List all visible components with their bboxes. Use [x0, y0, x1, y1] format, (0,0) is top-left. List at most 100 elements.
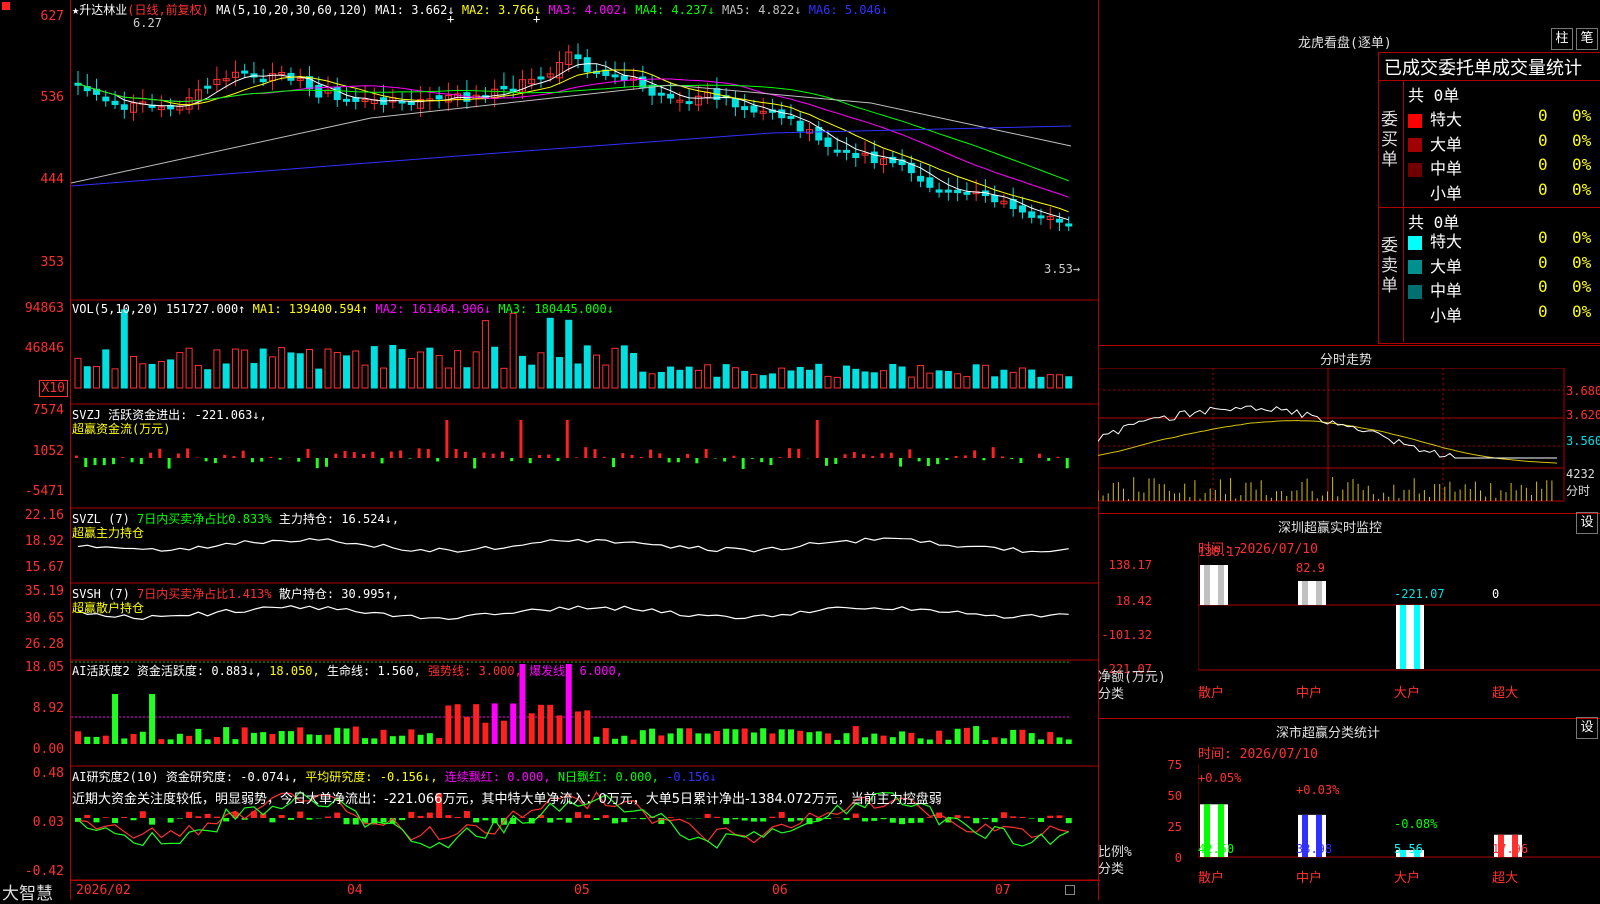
svzj-bar [779, 457, 782, 458]
ai2-bar [899, 818, 905, 824]
volume-bar [853, 369, 859, 388]
category-label: 中户 [1296, 867, 1322, 886]
intraday-chart[interactable] [1098, 368, 1600, 514]
ai1-bar [945, 740, 951, 744]
ai2-n-red: N日飘红: 0.000, [558, 770, 659, 784]
svzj-bar [862, 454, 865, 458]
svzj-bar [908, 449, 911, 458]
candle-body [316, 85, 322, 97]
volume-bar [121, 310, 127, 388]
candle-body [844, 150, 850, 152]
ai2-bar [455, 817, 461, 818]
ai2-bar [742, 818, 748, 821]
order-pct: 0% [1572, 253, 1591, 272]
ai2-bar [594, 818, 600, 820]
svzj-bar [214, 458, 217, 463]
svzj-bar [853, 452, 856, 458]
ai1-bar [1001, 738, 1007, 744]
svzj-bar [1001, 456, 1004, 458]
ai1-bar [279, 731, 285, 744]
svzj-bar [399, 450, 402, 458]
volume-bar [918, 365, 924, 388]
svzj-bar [1010, 458, 1013, 459]
ai2-bar [584, 815, 590, 818]
ai1-bar [955, 729, 961, 744]
svzj-bar [473, 458, 476, 468]
ai2-bar [94, 818, 100, 822]
menu-corner-icon[interactable] [2, 2, 10, 10]
ai1-bar [418, 735, 424, 744]
ai1-bar [936, 731, 942, 744]
monitor-ytick: 138.17 [1109, 558, 1152, 572]
class-settings-button[interactable]: 设 [1576, 717, 1598, 739]
svzj-tick: -5471 [25, 484, 64, 499]
candle-body [1066, 224, 1072, 226]
svzj-bar [871, 456, 874, 458]
svzj-bar [177, 453, 180, 458]
svzj-bar [482, 452, 485, 458]
volume-bar [547, 318, 553, 388]
monitor-value-label: 82.9 [1296, 561, 1325, 575]
event-marker-icon[interactable]: + [533, 12, 540, 26]
volume-bar [769, 374, 775, 388]
svzj-bar [547, 455, 550, 458]
ai2-bar [556, 818, 562, 820]
class-change-label: +0.03% [1296, 783, 1339, 797]
volume-bar [1029, 370, 1035, 388]
order-count: 0 [1538, 155, 1548, 174]
volume-bar [705, 365, 711, 388]
volume-bar [908, 377, 914, 388]
volume-bar [603, 365, 609, 388]
ai1-bar [205, 739, 211, 744]
volume-bar [575, 364, 581, 388]
monitor-settings-button[interactable]: 设 [1576, 512, 1598, 534]
column-mode-button[interactable]: 柱 [1551, 28, 1573, 50]
svzj-bar [584, 447, 587, 458]
ai1-bar [695, 733, 701, 744]
ai2-bar [195, 816, 201, 818]
svzj-bar [1047, 458, 1050, 461]
candle-body [260, 79, 266, 82]
ai2-red-streak: 连续飘红: 0.000, [445, 770, 551, 784]
ai2-bar [482, 818, 488, 820]
candle-body [436, 96, 442, 99]
volume-bar [344, 356, 350, 388]
stock-mode: (日线,前复权) [127, 3, 209, 17]
ai2-bar [908, 818, 914, 823]
volume-bar [834, 377, 840, 388]
volume-bar [890, 364, 896, 388]
svzj-bar [140, 458, 143, 464]
svzj-bar [334, 454, 337, 458]
candle-body [205, 86, 211, 88]
volume-bar [760, 376, 766, 388]
date-axis: 2026/02 04 05 06 07 [70, 880, 1100, 901]
order-pct: 0% [1572, 180, 1591, 199]
ai2-bar [205, 814, 211, 818]
svzj-bar [982, 458, 985, 460]
ai2-bar [760, 818, 766, 821]
candle-body [788, 117, 794, 119]
svzl-trend-line [78, 538, 1069, 552]
ai1-bar [371, 738, 377, 744]
volume-bar [732, 368, 738, 388]
ai1-bar [908, 733, 914, 744]
ai1-bar [325, 735, 331, 744]
ai2-bar [982, 818, 988, 819]
ai2-bar [427, 813, 433, 818]
ma1-value: MA1: 3.662↓ [375, 3, 454, 17]
tick-mode-button[interactable]: 笔 [1576, 28, 1598, 50]
svzj-bar [575, 457, 578, 458]
ai2-bar [334, 813, 340, 818]
main-chart-canvas[interactable] [71, 0, 1099, 900]
lock-icon[interactable] [1065, 885, 1075, 895]
event-marker-icon[interactable]: + [447, 12, 454, 26]
volume-bars [75, 310, 1072, 388]
ai2-bar [103, 817, 109, 818]
ai2-bar [112, 818, 118, 823]
color-swatch-icon [1408, 187, 1422, 201]
ai2-bar [418, 816, 424, 818]
volume-bar [927, 373, 933, 388]
svzj-bar [964, 455, 967, 458]
vol-ma1: MA1: 139400.594↑ [253, 302, 369, 316]
svzj-bar [131, 458, 134, 462]
